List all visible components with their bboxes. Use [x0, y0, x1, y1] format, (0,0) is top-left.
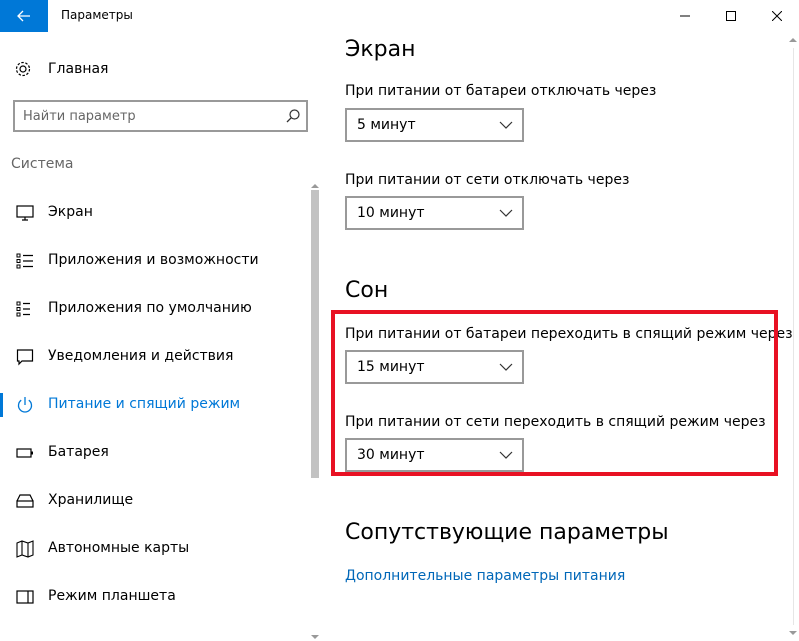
- search-box[interactable]: [13, 100, 308, 132]
- main-scrollbar[interactable]: [787, 32, 799, 641]
- scrollbar-track: [793, 48, 794, 625]
- sidebar-item-notifications[interactable]: Уведомления и действия: [0, 337, 310, 377]
- monitor-icon: [16, 205, 34, 221]
- map-icon: [16, 540, 34, 558]
- chevron-down-icon: [499, 121, 513, 129]
- main-content: Экран При питании от батареи отключать ч…: [324, 32, 799, 641]
- sidebar-item-battery[interactable]: Батарея: [0, 433, 310, 473]
- screen-battery-dropdown[interactable]: 5 минут: [345, 108, 524, 142]
- power-icon: [17, 397, 33, 413]
- chevron-down-icon: [499, 363, 513, 371]
- scroll-up-icon[interactable]: [311, 182, 319, 190]
- screen-battery-label: При питании от батареи отключать через: [345, 83, 657, 99]
- sidebar-item-label: Батарея: [48, 444, 109, 460]
- chevron-down-icon: [499, 209, 513, 217]
- battery-icon: [16, 448, 33, 458]
- sidebar-item-power-sleep[interactable]: Питание и спящий режим: [0, 385, 310, 425]
- minimize-button[interactable]: [662, 0, 708, 32]
- search-icon[interactable]: [286, 109, 300, 123]
- maximize-button[interactable]: [708, 0, 754, 32]
- close-icon: [772, 11, 782, 21]
- notification-icon: [16, 349, 34, 366]
- active-indicator: [0, 393, 3, 417]
- sleep-battery-label: При питании от батареи переходить в спящ…: [345, 326, 793, 342]
- scroll-down-icon[interactable]: [311, 633, 319, 641]
- arrow-left-icon: [17, 10, 30, 22]
- screen-ac-label: При питании от сети отключать через: [345, 172, 630, 188]
- list-icon: [16, 253, 33, 269]
- sidebar-item-apps-features[interactable]: Приложения и возможности: [0, 241, 310, 281]
- minimize-icon: [680, 15, 690, 17]
- close-button[interactable]: [754, 0, 799, 32]
- back-button[interactable]: [0, 0, 48, 32]
- dropdown-value: 5 минут: [357, 117, 416, 133]
- default-apps-icon: [16, 301, 30, 317]
- scrollbar-thumb[interactable]: [311, 190, 319, 478]
- sidebar-item-storage[interactable]: Хранилище: [0, 481, 310, 521]
- sidebar-item-label: Автономные карты: [48, 540, 190, 556]
- window-title: Параметры: [61, 8, 133, 22]
- additional-power-settings-link[interactable]: Дополнительные параметры питания: [345, 568, 625, 584]
- screen-ac-dropdown[interactable]: 10 минут: [345, 196, 524, 230]
- sidebar-item-default-apps[interactable]: Приложения по умолчанию: [0, 289, 310, 329]
- sidebar-item-label: Приложения по умолчанию: [48, 300, 252, 316]
- scroll-down-icon[interactable]: [789, 629, 797, 637]
- sidebar-item-display[interactable]: Экран: [0, 193, 310, 233]
- dropdown-value: 10 минут: [357, 205, 425, 221]
- sidebar-item-label: Режим планшета: [48, 588, 176, 604]
- sidebar-item-tablet-mode[interactable]: Режим планшета: [0, 577, 310, 617]
- search-input[interactable]: [23, 107, 273, 125]
- scroll-up-icon[interactable]: [789, 36, 797, 44]
- sleep-heading: Сон: [345, 278, 389, 303]
- dropdown-value: 15 минут: [357, 359, 425, 375]
- sidebar-scrollbar[interactable]: [309, 182, 320, 641]
- sleep-ac-label: При питании от сети переходить в спящий …: [345, 414, 766, 430]
- sidebar-item-label: Экран: [48, 204, 93, 220]
- storage-icon: [16, 494, 34, 508]
- sidebar-item-label: Приложения и возможности: [48, 252, 259, 268]
- dropdown-value: 30 минут: [357, 447, 425, 463]
- title-bar: Параметры: [0, 0, 799, 32]
- sleep-ac-dropdown[interactable]: 30 минут: [345, 438, 524, 472]
- sidebar-item-offline-maps[interactable]: Автономные карты: [0, 529, 310, 569]
- related-heading: Сопутствующие параметры: [345, 520, 669, 545]
- section-label-system: Система: [11, 156, 74, 172]
- sidebar-item-label: Хранилище: [48, 492, 134, 508]
- screen-heading: Экран: [345, 37, 416, 62]
- sidebar-item-label: Главная: [48, 61, 109, 77]
- sidebar-item-label: Питание и спящий режим: [48, 396, 241, 412]
- sidebar-item-home[interactable]: Главная: [0, 54, 310, 84]
- sidebar-item-label: Уведомления и действия: [48, 348, 234, 364]
- sleep-battery-dropdown[interactable]: 15 минут: [345, 350, 524, 384]
- sidebar: Главная Система Экран Приложения и возмо…: [0, 32, 324, 641]
- maximize-icon: [726, 11, 736, 21]
- tablet-icon: [16, 590, 34, 604]
- gear-icon: [15, 61, 31, 77]
- chevron-down-icon: [499, 451, 513, 459]
